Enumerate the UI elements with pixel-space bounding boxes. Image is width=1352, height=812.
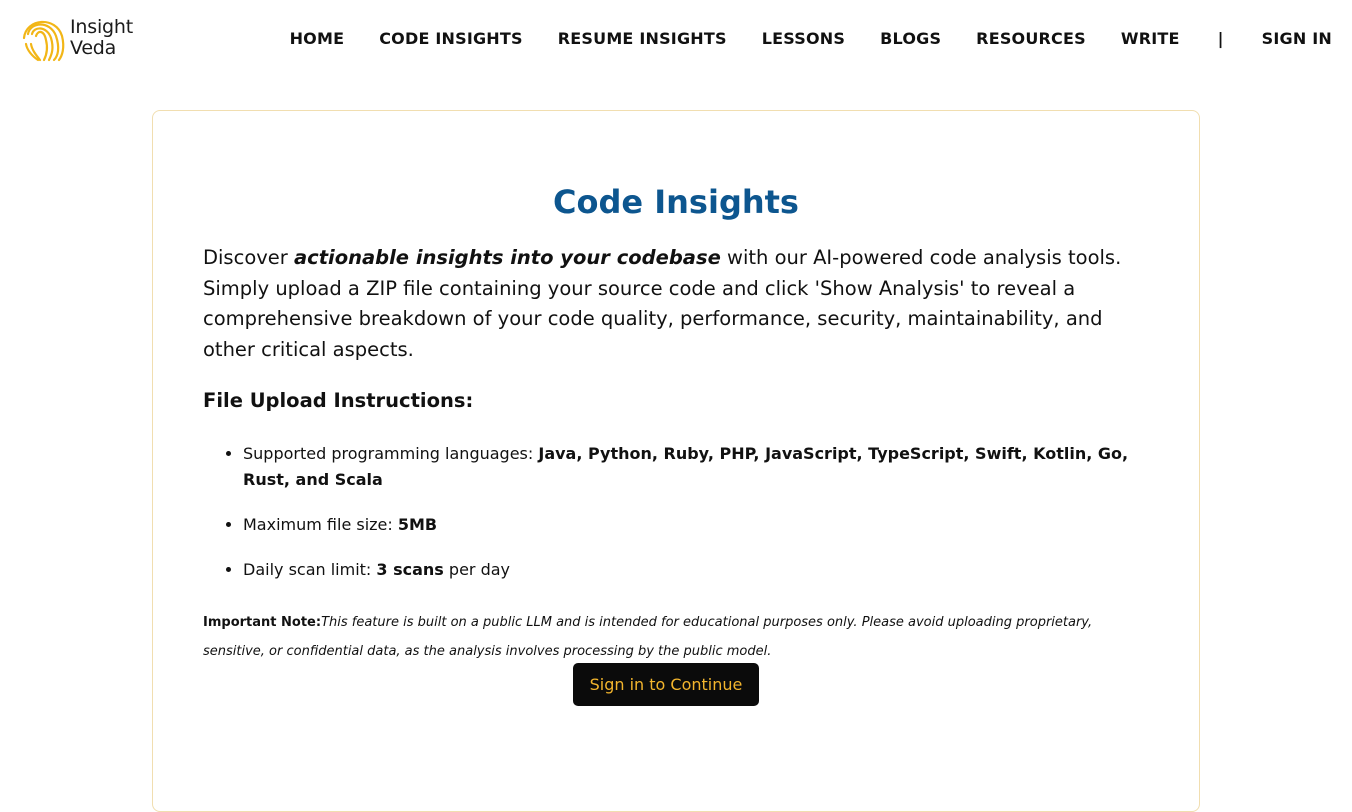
logo-wordmark: Insight Veda — [70, 17, 133, 59]
instruction-suffix: per day — [443, 560, 511, 579]
nav-separator: | — [1217, 29, 1224, 48]
intro-emphasis: actionable insights into your codebase — [294, 246, 721, 269]
instructions-list: Supported programming languages: Java, P… — [203, 441, 1143, 602]
instruction-label: Maximum file size: — [243, 515, 398, 534]
nav-resume-insights[interactable]: RESUME INSIGHTS — [558, 29, 727, 49]
list-item: Supported programming languages: Java, P… — [243, 441, 1143, 493]
nav-lessons[interactable]: LESSONS — [762, 29, 845, 49]
code-insights-card: Code Insights Discover actionable insigh… — [152, 110, 1200, 812]
note-text: This feature is built on a public LLM an… — [203, 615, 1093, 659]
site-header: Insight Veda HOME CODE INSIGHTS RESUME I… — [0, 0, 1352, 80]
note-label: Important Note: — [203, 615, 322, 630]
nav-resources[interactable]: RESOURCES — [976, 29, 1086, 49]
logo-line1: Insight — [70, 16, 133, 38]
list-item: Daily scan limit: 3 scans per day — [243, 557, 1143, 583]
instruction-value: 3 scans — [376, 560, 444, 579]
nav-sign-in[interactable]: SIGN IN — [1262, 29, 1332, 49]
important-note: Important Note:This feature is built on … — [203, 608, 1123, 666]
logo[interactable]: Insight Veda — [20, 14, 133, 62]
list-item: Maximum file size: 5MB — [243, 512, 1143, 538]
page-title: Code Insights — [553, 183, 799, 221]
intro-paragraph: Discover actionable insights into your c… — [203, 243, 1133, 366]
nav-code-insights[interactable]: CODE INSIGHTS — [379, 29, 523, 49]
instructions-heading: File Upload Instructions: — [203, 389, 474, 412]
intro-prefix: Discover — [203, 246, 294, 269]
sign-in-continue-button[interactable]: Sign in to Continue — [573, 663, 759, 706]
fingerprint-logo-icon — [22, 20, 65, 62]
instruction-label: Daily scan limit: — [243, 560, 377, 579]
logo-line2: Veda — [70, 37, 117, 59]
nav-home[interactable]: HOME — [290, 29, 345, 49]
nav-write[interactable]: WRITE — [1121, 29, 1180, 49]
nav-blogs[interactable]: BLOGS — [880, 29, 941, 49]
instruction-label: Supported programming languages: — [243, 444, 539, 463]
instruction-value: 5MB — [397, 515, 438, 534]
main-nav: HOME CODE INSIGHTS RESUME INSIGHTS LESSO… — [255, 29, 1332, 49]
